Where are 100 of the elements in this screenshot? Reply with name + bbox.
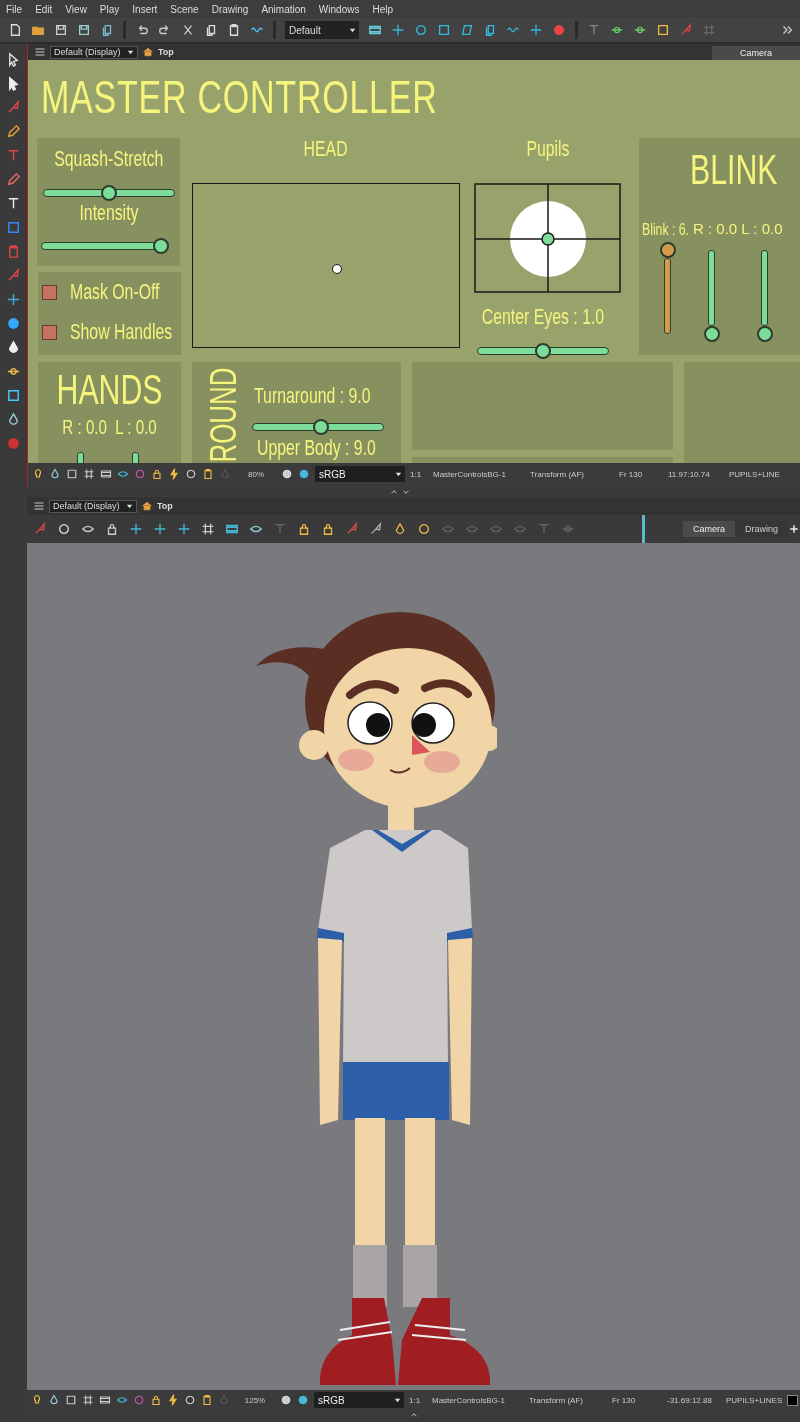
guide-icon[interactable]: [129, 522, 143, 536]
slider-label: Intensity: [79, 200, 138, 226]
grid-icon[interactable]: [83, 468, 95, 480]
chevron-right-icon[interactable]: [780, 23, 794, 37]
eye-icon[interactable]: [116, 1394, 128, 1406]
slider-track[interactable]: [41, 238, 169, 254]
menu-item[interactable]: Drawing: [211, 3, 249, 15]
controller-title: MASTER CONTROLLER: [41, 70, 438, 124]
menu-item[interactable]: Scene: [170, 3, 199, 15]
turnaround-title: ROUND: [206, 367, 242, 463]
toggle-label: Show Handles: [70, 319, 173, 345]
lightbulb-icon[interactable]: [32, 468, 44, 480]
coordinates: -31.69:12.88: [667, 1395, 713, 1405]
color-space-dropdown[interactable]: sRGB: [315, 466, 405, 482]
frame-number: Fr 130: [619, 469, 644, 479]
grid-icon[interactable]: [82, 1394, 94, 1406]
arrow-icon[interactable]: [6, 52, 21, 67]
blink-sides-readout: R : 0.0 L : 0.0: [693, 220, 783, 237]
menu-item[interactable]: Play: [99, 3, 120, 15]
lock-icon[interactable]: [297, 522, 311, 536]
selection-box-icon[interactable]: [6, 388, 21, 403]
layer-name: MasterControlsBG-1: [433, 469, 507, 479]
coordinates: 11.97:10.74: [668, 469, 711, 479]
menu-item[interactable]: Animation: [261, 3, 306, 15]
lock-icon[interactable]: [150, 1394, 162, 1406]
bolt-icon[interactable]: [168, 468, 180, 480]
clipboard-icon[interactable]: [227, 23, 241, 37]
blink-readout: Blink : 6.: [642, 220, 689, 240]
lock-icon[interactable]: [321, 522, 335, 536]
hands-title: HANDS: [56, 366, 163, 414]
tool-name: Transform (AF): [529, 1395, 584, 1405]
control-handle[interactable]: [332, 264, 342, 274]
breadcrumb-link[interactable]: Top: [157, 501, 173, 511]
view-tab[interactable]: Drawing: [735, 521, 788, 537]
selection-name: PUPILS+LINES: [726, 1395, 783, 1405]
skew-icon[interactable]: [460, 23, 474, 37]
page-icon[interactable]: [8, 23, 22, 37]
copy-icon[interactable]: [204, 23, 218, 37]
head-label: HEAD: [304, 136, 348, 162]
arrow-icon[interactable]: [6, 76, 21, 91]
pupils-label: Pupils: [525, 136, 570, 162]
menu-icon[interactable]: [34, 46, 46, 58]
menu-item[interactable]: Insert: [132, 3, 158, 15]
slider-track[interactable]: [252, 419, 384, 435]
move-icon[interactable]: [391, 23, 405, 37]
lock-icon[interactable]: [151, 468, 163, 480]
color-swatch[interactable]: [787, 1394, 799, 1406]
lightbulb-icon[interactable]: [31, 1394, 43, 1406]
pencil-icon[interactable]: [6, 124, 21, 139]
toggle-square[interactable]: [42, 325, 57, 340]
toggle-square[interactable]: [42, 285, 57, 300]
view-tab[interactable]: Camera: [682, 521, 735, 537]
guide-icon[interactable]: [153, 522, 167, 536]
slider-thumb[interactable]: [535, 343, 551, 359]
slider-label: Turnaround : 9.0: [254, 383, 371, 409]
add-tab-icon[interactable]: [788, 523, 800, 535]
scale-label[interactable]: 1:1: [409, 1395, 427, 1405]
menu-item[interactable]: Help: [372, 3, 393, 15]
record-icon[interactable]: [552, 23, 566, 37]
toggle-label: Mask On-Off: [70, 279, 160, 305]
scale-label[interactable]: 1:1: [410, 469, 428, 479]
blink-title: BLINK: [690, 146, 778, 194]
globe-icon[interactable]: [6, 316, 21, 331]
color-space-dropdown[interactable]: sRGB: [314, 1392, 404, 1408]
zoom-level[interactable]: 125%: [235, 1395, 275, 1405]
display-dropdown[interactable]: Default (Display): [50, 45, 138, 59]
eye-icon[interactable]: [117, 468, 129, 480]
menu-item[interactable]: Edit: [35, 3, 53, 15]
menu-item[interactable]: View: [65, 3, 87, 15]
slider-track[interactable]: [477, 343, 609, 359]
menu-icon[interactable]: [33, 500, 45, 512]
slider-label: Squash-Stretch: [53, 146, 164, 172]
view-tab[interactable]: Camera: [712, 46, 800, 60]
zoom-level[interactable]: 80%: [236, 469, 276, 479]
house-icon: [142, 46, 154, 58]
scissors-icon[interactable]: [181, 23, 195, 37]
film-icon[interactable]: [368, 23, 382, 37]
slider-label: Upper Body : 9.0: [257, 435, 376, 461]
menu-item[interactable]: File: [6, 3, 23, 15]
grid-icon[interactable]: [201, 522, 215, 536]
breadcrumb-link[interactable]: Top: [158, 47, 174, 57]
text-icon[interactable]: [6, 196, 21, 211]
menu-item[interactable]: Windows: [318, 3, 360, 15]
lock-icon[interactable]: [105, 522, 119, 536]
selection-name: PUPILS+LINE: [729, 469, 780, 479]
pivot-icon[interactable]: [6, 292, 21, 307]
slider-track[interactable]: [43, 185, 175, 201]
display-dropdown[interactable]: Default (Display): [49, 499, 137, 513]
save-as-icon[interactable]: [77, 23, 91, 37]
save-icon[interactable]: [54, 23, 68, 37]
slider-label: Center Eyes : 1.0: [481, 304, 605, 330]
preset-dropdown[interactable]: Default: [285, 21, 359, 39]
layer-name: MasterControlsBG-1: [432, 1395, 506, 1405]
pupil-control-drawing[interactable]: [474, 183, 621, 293]
hands-readout: R : 0.0 L : 0.0: [62, 415, 157, 439]
bolt-icon[interactable]: [167, 1394, 179, 1406]
tool-name: Transform (AF): [530, 469, 585, 479]
guide-icon[interactable]: [177, 522, 191, 536]
rectangle-icon[interactable]: [6, 220, 21, 235]
house-icon: [141, 500, 153, 512]
